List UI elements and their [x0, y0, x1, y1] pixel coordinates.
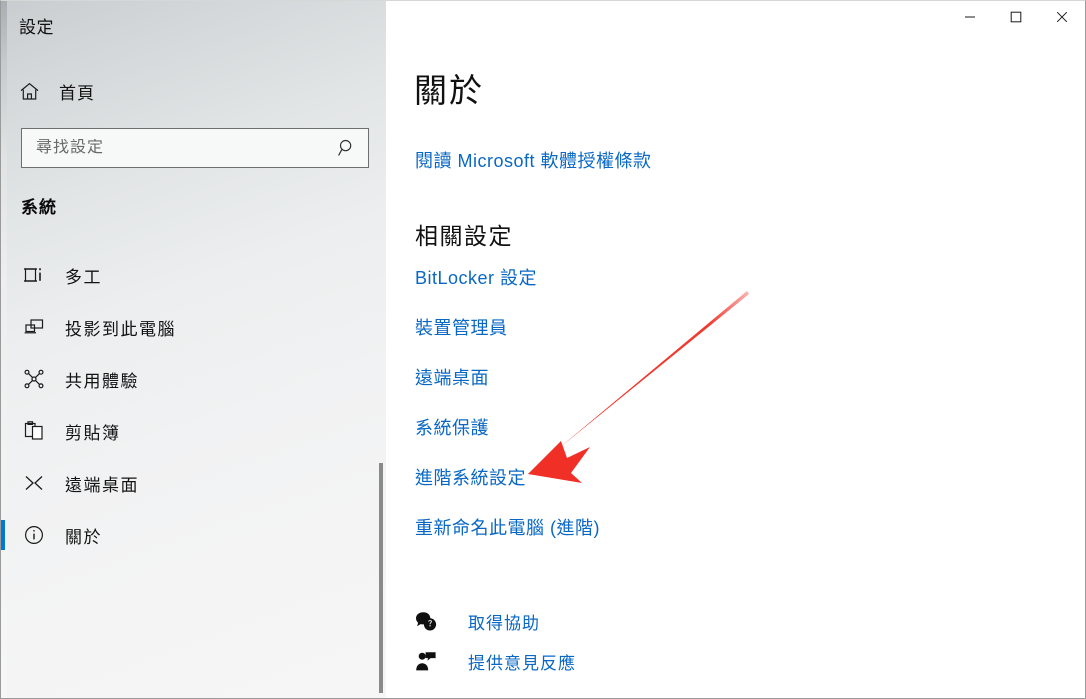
sidebar-home-label: 首頁: [59, 83, 95, 103]
link-device-manager[interactable]: 裝置管理員: [415, 314, 1035, 364]
content-pane: 關於 閱讀 Microsoft 軟體授權條款 相關設定 BitLocker 設定…: [386, 1, 1085, 698]
sidebar-item-label: 遠端桌面: [65, 475, 139, 495]
projecting-to-pc-icon: [15, 316, 53, 338]
help-question-bubble-icon: [415, 611, 445, 632]
sidebar-scrollbar-thumb[interactable]: [379, 463, 383, 693]
info-circle-icon: [15, 524, 53, 546]
sidebar-item-label: 關於: [65, 527, 102, 547]
close-button[interactable]: [1039, 1, 1085, 33]
link-give-feedback[interactable]: 提供意見反應: [415, 641, 1035, 681]
link-system-protection[interactable]: 系統保護: [415, 414, 1035, 464]
nav-list: 多工 投影到此電腦 共用體驗 剪貼簿 遠端桌面 關於: [1, 249, 379, 561]
link-microsoft-license-terms[interactable]: 閱讀 Microsoft 軟體授權條款: [415, 147, 652, 173]
link-rename-this-pc-advanced[interactable]: 重新命名此電腦 (進階): [415, 514, 1035, 564]
sidebar-item-clipboard[interactable]: 剪貼簿: [1, 405, 379, 457]
clipboard-icon: [15, 420, 53, 442]
sidebar-item-projecting-to-pc[interactable]: 投影到此電腦: [1, 301, 379, 353]
support-links-list: 取得協助 提供意見反應: [415, 601, 1035, 681]
sidebar-item-about[interactable]: 關於: [1, 509, 379, 561]
sidebar-item-shared-experiences[interactable]: 共用體驗: [1, 353, 379, 405]
sidebar-item-multitasking[interactable]: 多工: [1, 249, 379, 301]
related-links-list: BitLocker 設定 裝置管理員 遠端桌面 系統保護 進階系統設定 重新命名…: [415, 264, 1035, 564]
shared-experiences-icon: [15, 368, 53, 390]
sidebar-item-label: 共用體驗: [65, 371, 139, 391]
link-advanced-system-settings[interactable]: 進階系統設定: [415, 464, 1035, 514]
nav-section-title: 系統: [21, 198, 57, 217]
sidebar-item-label: 投影到此電腦: [65, 319, 176, 339]
page-title: 關於: [414, 72, 484, 109]
sidebar-item-label: 多工: [65, 267, 102, 287]
link-remote-desktop[interactable]: 遠端桌面: [415, 364, 1035, 414]
navigation-pane: 設定 首頁 系統: [1, 1, 386, 698]
search-input[interactable]: [22, 139, 326, 157]
sidebar-item-home[interactable]: 首頁: [9, 71, 369, 111]
related-settings-heading: 相關設定: [415, 223, 513, 249]
home-icon: [9, 81, 49, 102]
support-link-label: 提供意見反應: [468, 653, 576, 673]
remote-desktop-icon: [15, 472, 53, 494]
link-get-help[interactable]: 取得協助: [415, 601, 1035, 641]
minimize-button[interactable]: [947, 1, 993, 33]
sidebar-scrollbar[interactable]: [378, 463, 384, 693]
multitasking-icon: [15, 264, 53, 286]
feedback-person-icon: [415, 651, 445, 672]
support-link-label: 取得協助: [468, 613, 540, 633]
search-box[interactable]: [21, 128, 369, 168]
sidebar-item-remote-desktop[interactable]: 遠端桌面: [1, 457, 379, 509]
link-bitlocker-settings[interactable]: BitLocker 設定: [415, 264, 1035, 314]
settings-window: 設定 首頁 系統: [0, 0, 1086, 699]
app-title: 設定: [19, 18, 54, 37]
maximize-button[interactable]: [993, 1, 1039, 33]
sidebar-item-label: 剪貼簿: [65, 423, 121, 443]
selection-indicator: [1, 520, 5, 550]
search-icon[interactable]: [326, 138, 368, 158]
caption-buttons: [947, 1, 1085, 33]
